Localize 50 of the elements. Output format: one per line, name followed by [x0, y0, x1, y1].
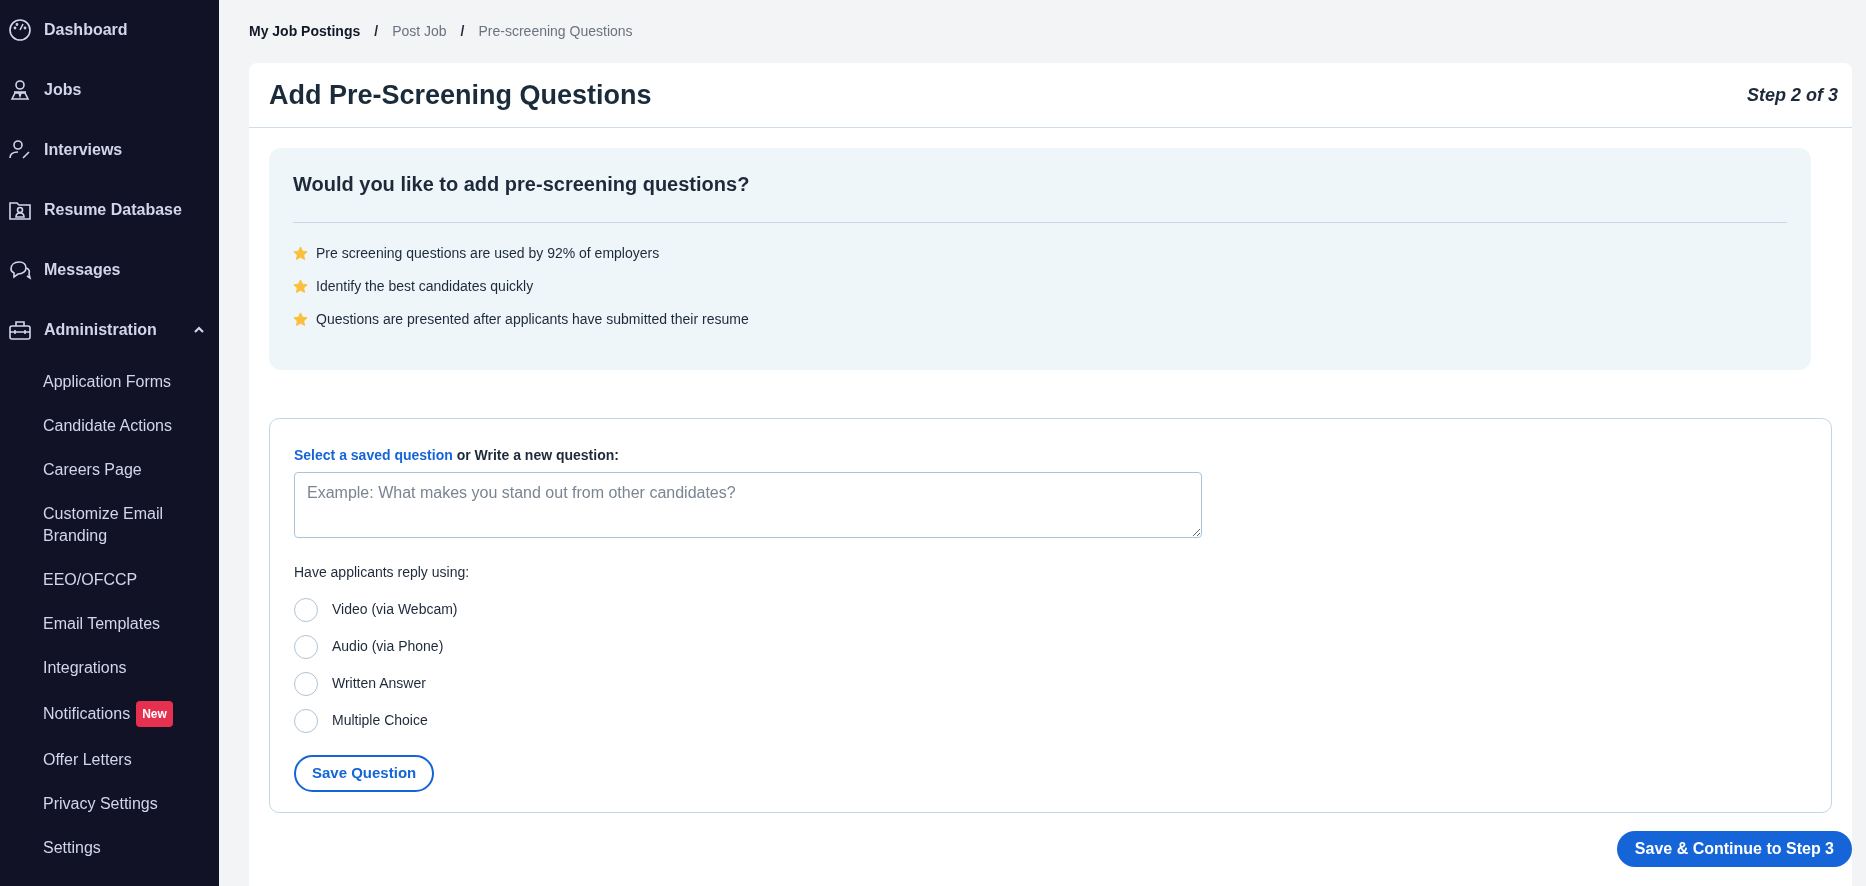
- toolbox-icon: [8, 318, 32, 342]
- step-indicator: Step 2 of 3: [1746, 83, 1838, 107]
- sidebar-subitem[interactable]: Application Forms: [43, 371, 172, 393]
- sidebar-subitem[interactable]: Settings: [43, 837, 101, 859]
- breadcrumb-separator: /: [460, 22, 465, 41]
- sidebar-subitem[interactable]: Email Templates: [43, 613, 161, 635]
- star-icon: [293, 246, 308, 261]
- sidebar-subitem[interactable]: Privacy Settings: [43, 793, 158, 815]
- radio-button[interactable]: [294, 634, 318, 659]
- radio-label[interactable]: Audio (via Phone): [332, 636, 444, 657]
- sidebar-subitem[interactable]: Candidate Actions: [43, 415, 172, 437]
- radio-label[interactable]: Written Answer: [332, 673, 426, 694]
- star-icon: [293, 312, 308, 327]
- sidebar-item[interactable]: Messages: [44, 258, 205, 282]
- radio-button[interactable]: [294, 671, 318, 696]
- radio-label[interactable]: Multiple Choice: [332, 710, 428, 731]
- sidebar-subitem[interactable]: EEO/OFCCP: [43, 569, 138, 591]
- sidebar-subitem[interactable]: Customize Email Branding: [43, 503, 207, 547]
- sidebar-item[interactable]: Jobs: [44, 78, 205, 102]
- info-bullet: Identify the best candidates quickly: [316, 277, 534, 296]
- sidebar-item[interactable]: Interviews: [44, 138, 205, 162]
- breadcrumb-item: Pre-screening Questions: [478, 22, 633, 41]
- question-field[interactable]: Example: What makes you stand out from other candidates?: [294, 472, 1202, 538]
- radio-button[interactable]: [294, 597, 318, 622]
- continue-button[interactable]: Save & Continue to Step 3: [1616, 830, 1852, 867]
- question-label: or Write a new question:: [456, 447, 619, 463]
- sidebar-item[interactable]: Administration: [44, 318, 181, 342]
- save-question-button[interactable]: Save Question: [294, 755, 435, 792]
- chat-icon: [8, 258, 32, 282]
- sidebar-item[interactable]: Resume Database: [44, 198, 205, 222]
- new-badge: New: [136, 701, 173, 727]
- reply-label: Have applicants reply using:: [294, 563, 471, 582]
- sidebar-subitem[interactable]: Integrations: [43, 657, 127, 679]
- saved-question-link[interactable]: Select a saved question: [294, 447, 453, 463]
- breadcrumb-separator: /: [374, 22, 379, 41]
- breadcrumb-item[interactable]: My Job Postings: [249, 21, 361, 42]
- page-title: Add Pre-Screening Questions: [269, 78, 652, 112]
- info-title: Would you like to add pre-screening questions?: [293, 172, 751, 196]
- radio-button[interactable]: [294, 708, 318, 733]
- info-bullet: Questions are presented after applicants have submitted their resume: [316, 310, 749, 329]
- sidebar-subitem[interactable]: Careers Page: [43, 459, 142, 481]
- radio-label[interactable]: Video (via Webcam): [332, 599, 458, 620]
- person-icon: [8, 78, 32, 102]
- info-bullet: Pre screening questions are used by 92% of employers: [316, 244, 660, 263]
- sidebar-subitem[interactable]: Notifications: [43, 703, 131, 725]
- star-icon: [293, 279, 308, 294]
- sidebar-subitem[interactable]: Offer Letters: [43, 749, 132, 771]
- breadcrumb-item: Post Job: [392, 22, 447, 41]
- gauge-icon: [8, 18, 32, 42]
- sidebar-item[interactable]: Dashboard: [44, 18, 205, 42]
